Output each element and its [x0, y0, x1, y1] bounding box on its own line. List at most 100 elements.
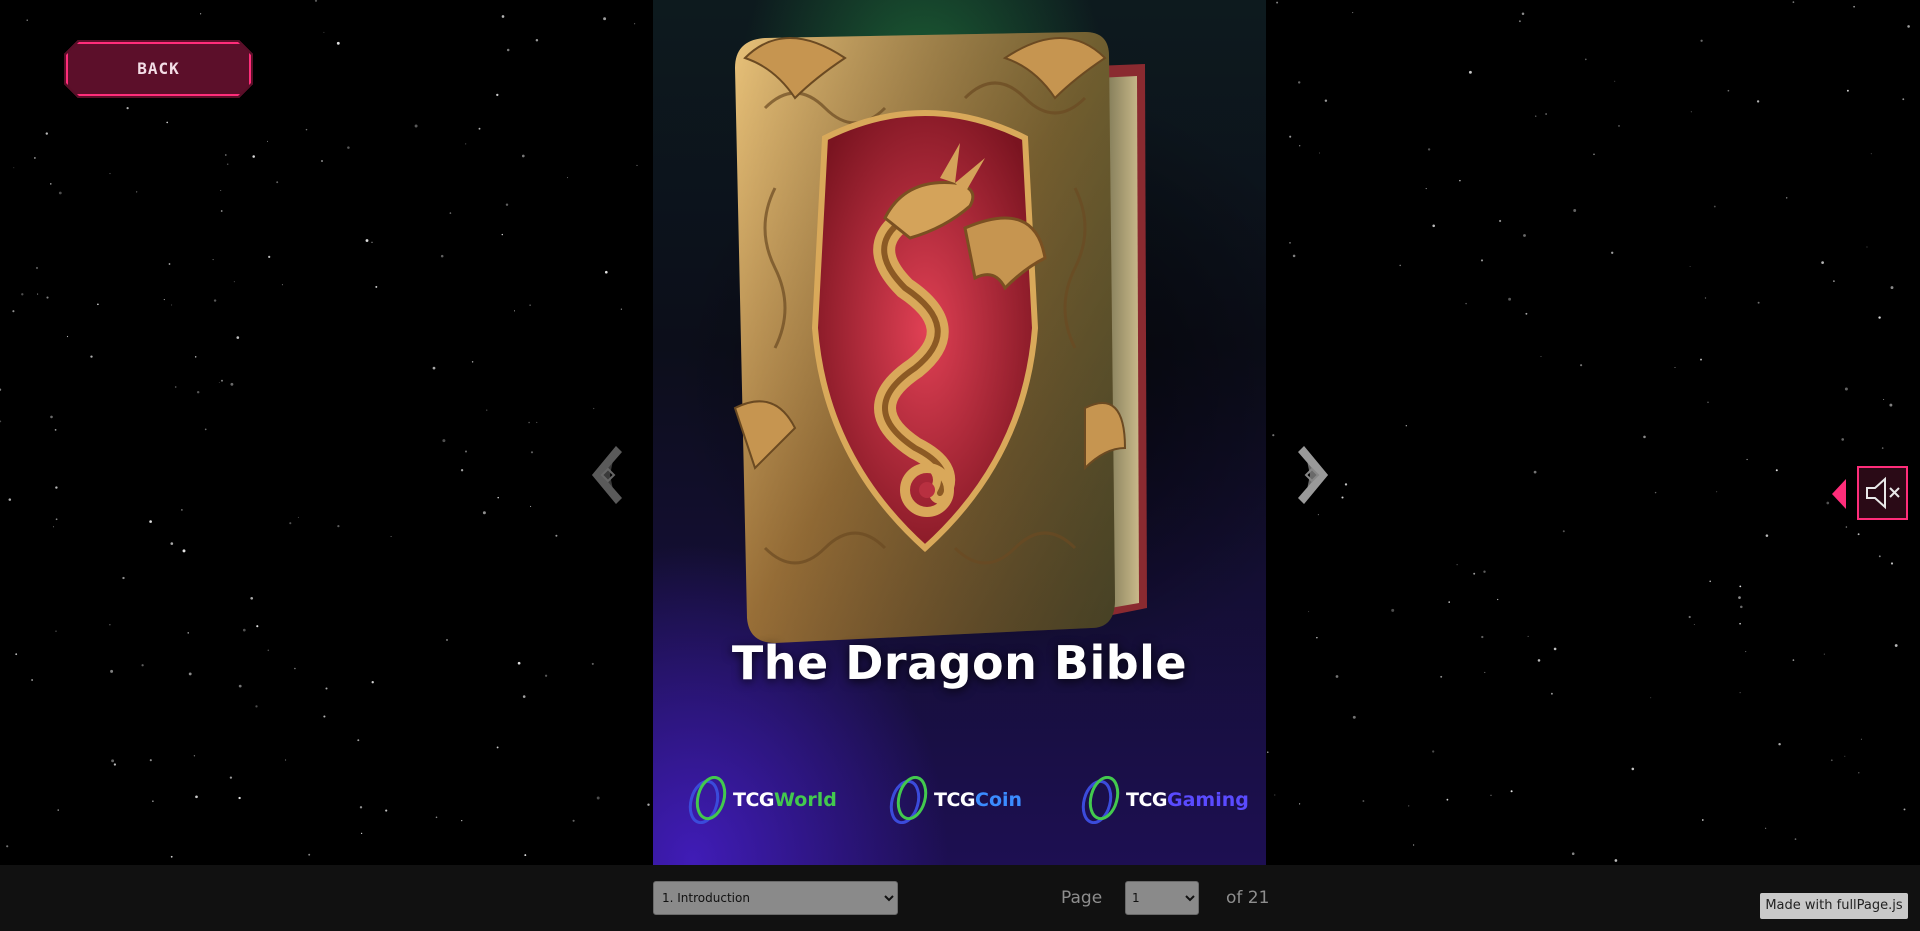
star: [1889, 403, 1893, 407]
star: [1716, 491, 1718, 493]
sound-panel-toggle[interactable]: [1832, 479, 1846, 509]
star: [1618, 124, 1620, 127]
star: [1713, 205, 1716, 208]
star: [446, 639, 448, 641]
star: [1830, 759, 1833, 762]
star: [1550, 692, 1553, 695]
star: [1826, 501, 1830, 505]
star: [1352, 12, 1354, 14]
star: [314, 0, 318, 2]
star: [0, 420, 2, 423]
star: [432, 366, 436, 370]
star: [276, 181, 279, 184]
star: [1890, 286, 1894, 290]
star: [496, 746, 499, 749]
star: [174, 386, 177, 388]
star: [1611, 251, 1614, 254]
star: [529, 304, 531, 306]
star: [1746, 458, 1748, 461]
star: [193, 755, 196, 757]
star: [1510, 790, 1513, 793]
star: [1883, 399, 1885, 401]
star: [596, 796, 600, 800]
star: [1593, 153, 1595, 156]
star: [1432, 224, 1435, 228]
mute-button[interactable]: [1857, 466, 1908, 520]
next-page-button[interactable]: [1288, 442, 1334, 508]
star: [1853, 5, 1855, 8]
star: [55, 630, 57, 632]
star: [66, 335, 69, 338]
star: [1527, 635, 1529, 637]
star: [1823, 653, 1825, 655]
star: [530, 505, 532, 507]
star: [188, 672, 192, 676]
star: [1858, 772, 1860, 774]
star: [1484, 671, 1486, 673]
star: [528, 421, 530, 424]
star: [1866, 246, 1868, 248]
star: [181, 509, 183, 511]
star: [1540, 356, 1542, 357]
star: [1425, 188, 1427, 190]
star: [285, 759, 287, 761]
star: [385, 809, 388, 812]
star: [1701, 819, 1704, 821]
star: [171, 304, 173, 306]
star: [1738, 596, 1741, 599]
star: [1319, 152, 1320, 154]
star: [1844, 387, 1848, 391]
star: [1459, 179, 1461, 182]
prev-page-button[interactable]: [586, 442, 632, 508]
star: [50, 415, 53, 419]
star: [1757, 301, 1760, 304]
star: [54, 429, 57, 431]
logo-prefix: TCG: [733, 789, 775, 811]
star: [1446, 798, 1449, 801]
star: [1299, 803, 1301, 805]
star: [1297, 81, 1301, 84]
page-number-select[interactable]: 1: [1125, 881, 1199, 915]
star: [1739, 585, 1742, 588]
star: [1775, 469, 1778, 472]
star: [604, 270, 608, 274]
star: [109, 624, 111, 626]
star: [34, 157, 36, 159]
star: [357, 739, 360, 742]
star: [109, 173, 111, 175]
page-total: of 21: [1226, 888, 1270, 908]
star: [1276, 1, 1279, 4]
tcg-gaming-logo: TCG Gaming: [1078, 775, 1249, 825]
star: [141, 664, 144, 667]
star: [360, 832, 363, 835]
star: [163, 299, 165, 301]
star: [521, 154, 525, 158]
chevron-left-icon: [592, 446, 622, 504]
star: [365, 239, 369, 242]
star: [122, 576, 125, 580]
star: [1740, 605, 1743, 609]
star: [603, 17, 607, 21]
tcg-ring-icon: [889, 776, 928, 824]
star: [461, 819, 463, 822]
star: [524, 854, 527, 857]
star: [238, 796, 241, 800]
chapter-select[interactable]: 1. Introduction: [653, 881, 898, 915]
back-button[interactable]: BACK: [64, 40, 253, 98]
star: [1427, 148, 1431, 151]
star: [1709, 580, 1711, 583]
star: [1308, 611, 1310, 613]
star: [505, 203, 509, 206]
star: [1689, 266, 1691, 267]
star: [1289, 135, 1292, 138]
star: [1857, 533, 1860, 536]
star: [1792, 1, 1795, 3]
star: [1693, 623, 1695, 625]
star: [196, 390, 200, 394]
star: [535, 38, 539, 42]
star: [1521, 12, 1525, 15]
partner-logos: TCG World TCG Coin TCG Gaming: [653, 775, 1266, 825]
made-with-badge[interactable]: Made with fullPage.js: [1760, 893, 1908, 919]
star: [168, 263, 171, 265]
star: [52, 526, 55, 528]
